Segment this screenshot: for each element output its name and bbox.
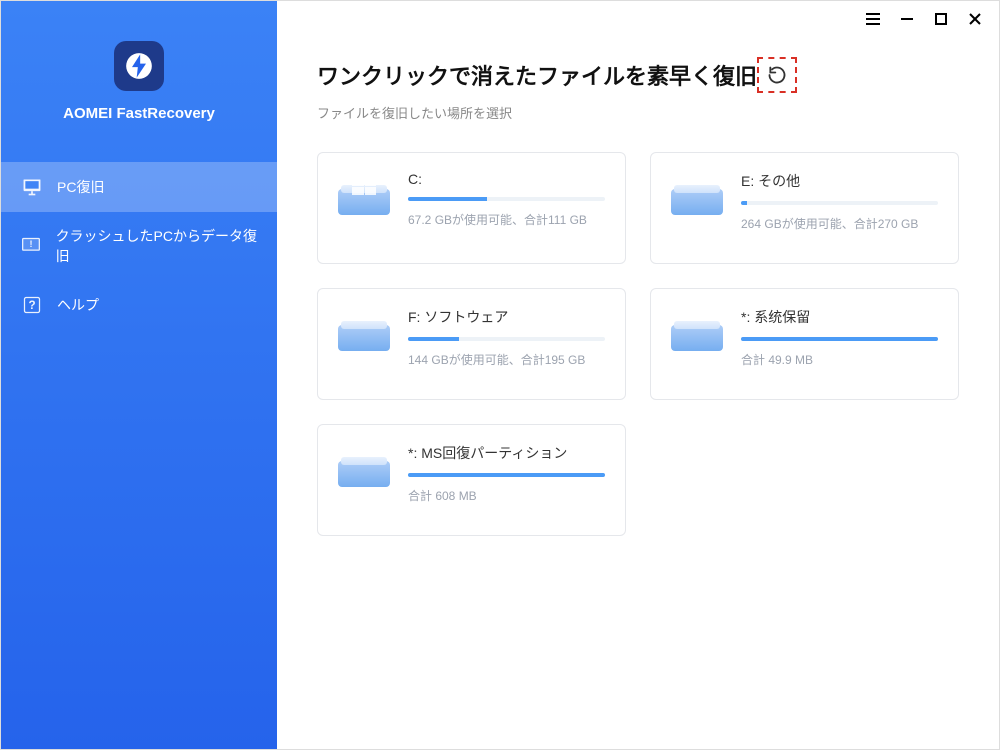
sidebar-nav: PC復旧 ! クラッシュしたPCからデータ復旧 ? ヘルプ [1, 162, 277, 330]
drive-label: E: その他 [741, 171, 938, 191]
windows-logo-icon [352, 177, 376, 195]
brand-name: AOMEI FastRecovery [63, 105, 215, 122]
usage-bar [408, 473, 605, 477]
drives-grid: C: 67.2 GBが使用可能、合計111 GB E: その他 264 GBが使… [317, 152, 959, 536]
drive-icon [671, 173, 723, 215]
sidebar-item-help[interactable]: ? ヘルプ [1, 280, 277, 330]
menu-button[interactable] [865, 11, 881, 27]
drive-card-e[interactable]: E: その他 264 GBが使用可能、合計270 GB [650, 152, 959, 264]
drive-stats: 67.2 GBが使用可能、合計111 GB [408, 211, 605, 228]
drive-icon [338, 445, 390, 487]
brand-logo-icon [114, 41, 164, 91]
sidebar: AOMEI FastRecovery PC復旧 ! クラッシュしたPCからデータ… [1, 1, 277, 749]
drive-card-ms-recovery[interactable]: *: MS回復パーティション 合計 608 MB [317, 424, 626, 536]
sidebar-item-crashed-pc[interactable]: ! クラッシュしたPCからデータ復旧 [1, 212, 277, 280]
minimize-button[interactable] [899, 11, 915, 27]
alert-icon: ! [21, 235, 42, 257]
drive-stats: 144 GBが使用可能、合計195 GB [408, 351, 605, 368]
svg-text:!: ! [30, 239, 33, 249]
page-title: ワンクリックで消えたファイルを素早く復旧 [317, 59, 757, 91]
close-button[interactable] [967, 11, 983, 27]
page-subtitle: ファイルを復旧したい場所を選択 [317, 103, 959, 122]
usage-bar [408, 197, 605, 201]
drive-card-system-reserved[interactable]: *: 系统保留 合計 49.9 MB [650, 288, 959, 400]
drive-label: F: ソフトウェア [408, 307, 605, 327]
drive-stats: 合計 49.9 MB [741, 351, 938, 368]
drive-label: C: [408, 171, 605, 187]
sidebar-item-pc-recovery[interactable]: PC復旧 [1, 162, 277, 212]
refresh-highlight [757, 57, 797, 93]
titlebar [277, 1, 999, 37]
usage-bar-fill [408, 197, 487, 201]
usage-bar [741, 337, 938, 341]
usage-bar-fill [741, 337, 938, 341]
help-icon: ? [21, 294, 43, 316]
usage-bar-fill [741, 201, 747, 205]
monitor-icon [21, 176, 43, 198]
svg-text:?: ? [28, 299, 35, 312]
drive-label: *: 系统保留 [741, 307, 938, 327]
drive-card-c[interactable]: C: 67.2 GBが使用可能、合計111 GB [317, 152, 626, 264]
usage-bar-fill [408, 337, 459, 341]
drive-stats: 264 GBが使用可能、合計270 GB [741, 215, 938, 232]
drive-icon [671, 309, 723, 351]
sidebar-item-label: ヘルプ [57, 295, 99, 315]
brand: AOMEI FastRecovery [1, 41, 277, 122]
sidebar-item-label: PC復旧 [57, 177, 104, 197]
drive-stats: 合計 608 MB [408, 487, 605, 504]
heading-row: ワンクリックで消えたファイルを素早く復旧 [317, 57, 959, 93]
drive-icon [338, 309, 390, 351]
refresh-button[interactable] [762, 60, 792, 90]
sidebar-item-label: クラッシュしたPCからデータ復旧 [56, 226, 257, 266]
drive-label: *: MS回復パーティション [408, 443, 605, 463]
usage-bar-fill [408, 473, 605, 477]
drive-card-f[interactable]: F: ソフトウェア 144 GBが使用可能、合計195 GB [317, 288, 626, 400]
usage-bar [741, 201, 938, 205]
drive-icon [338, 173, 390, 215]
usage-bar [408, 337, 605, 341]
maximize-button[interactable] [933, 11, 949, 27]
main: ワンクリックで消えたファイルを素早く復旧 ファイルを復旧したい場所を選択 C: … [277, 1, 999, 749]
content: ワンクリックで消えたファイルを素早く復旧 ファイルを復旧したい場所を選択 C: … [277, 37, 999, 536]
